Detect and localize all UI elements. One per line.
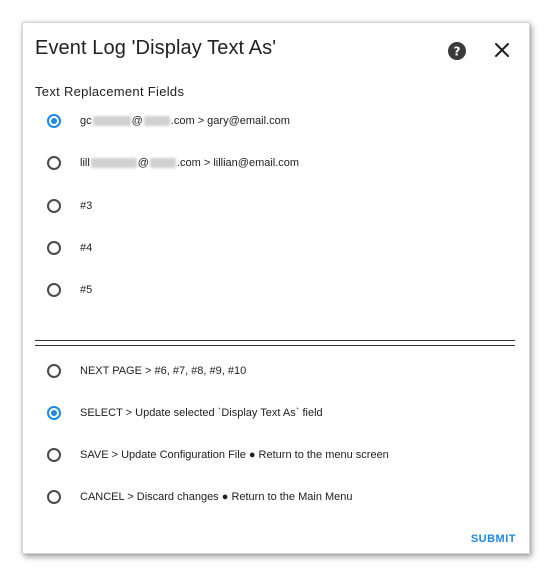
option-label: CANCEL > Discard changes ● Return to the… bbox=[80, 491, 353, 503]
option-label: #3 bbox=[80, 200, 93, 212]
radio-button[interactable] bbox=[47, 156, 61, 170]
radio-button[interactable] bbox=[47, 114, 61, 128]
field-option-4[interactable]: #4 bbox=[47, 236, 92, 260]
svg-text:?: ? bbox=[454, 45, 461, 59]
radio-dot bbox=[51, 118, 57, 124]
help-icon[interactable]: ? bbox=[447, 41, 467, 61]
option-label: NEXT PAGE > #6, #7, #8, #9, #10 bbox=[80, 365, 247, 377]
divider bbox=[35, 340, 515, 346]
field-option-3[interactable]: #3 bbox=[47, 194, 92, 218]
radio-button[interactable] bbox=[47, 364, 61, 378]
radio-button[interactable] bbox=[47, 406, 61, 420]
option-label: SAVE > Update Configuration File ● Retur… bbox=[80, 449, 389, 461]
redacted-text bbox=[90, 158, 137, 168]
submit-button[interactable]: SUBMIT bbox=[471, 533, 516, 545]
dialog-title: Event Log 'Display Text As' bbox=[35, 37, 277, 59]
option-label: #4 bbox=[80, 242, 93, 254]
radio-button[interactable] bbox=[47, 241, 61, 255]
field-option-1[interactable]: gc @ .com > gary@email.com bbox=[47, 109, 290, 133]
email-suffix: .com > lillian@email.com bbox=[176, 157, 300, 169]
action-save[interactable]: SAVE > Update Configuration File ● Retur… bbox=[47, 443, 389, 467]
option-label: lill @ .com > lillian@email.com bbox=[80, 157, 299, 169]
radio-button[interactable] bbox=[47, 448, 61, 462]
radio-button[interactable] bbox=[47, 199, 61, 213]
action-cancel[interactable]: CANCEL > Discard changes ● Return to the… bbox=[47, 485, 353, 509]
option-label: SELECT > Update selected `Display Text A… bbox=[80, 407, 323, 419]
field-option-5[interactable]: #5 bbox=[47, 278, 92, 302]
radio-button[interactable] bbox=[47, 283, 61, 297]
radio-dot bbox=[51, 410, 57, 416]
action-select[interactable]: SELECT > Update selected `Display Text A… bbox=[47, 401, 323, 425]
option-label: gc @ .com > gary@email.com bbox=[80, 115, 290, 127]
event-log-dialog: Event Log 'Display Text As' ? Text Repla… bbox=[22, 22, 530, 554]
action-next-page[interactable]: NEXT PAGE > #6, #7, #8, #9, #10 bbox=[47, 359, 246, 383]
radio-button[interactable] bbox=[47, 490, 61, 504]
section-label: Text Replacement Fields bbox=[35, 84, 185, 99]
redacted-text bbox=[143, 116, 170, 126]
email-prefix: gc bbox=[80, 115, 92, 127]
email-suffix: .com > gary@email.com bbox=[170, 115, 290, 127]
at-sign: @ bbox=[131, 115, 143, 127]
redacted-text bbox=[149, 158, 176, 168]
close-icon[interactable] bbox=[493, 41, 511, 59]
at-sign: @ bbox=[137, 157, 149, 169]
redacted-text bbox=[92, 116, 131, 126]
email-prefix: lill bbox=[80, 157, 90, 169]
option-label: #5 bbox=[80, 284, 93, 296]
field-option-2[interactable]: lill @ .com > lillian@email.com bbox=[47, 151, 299, 175]
